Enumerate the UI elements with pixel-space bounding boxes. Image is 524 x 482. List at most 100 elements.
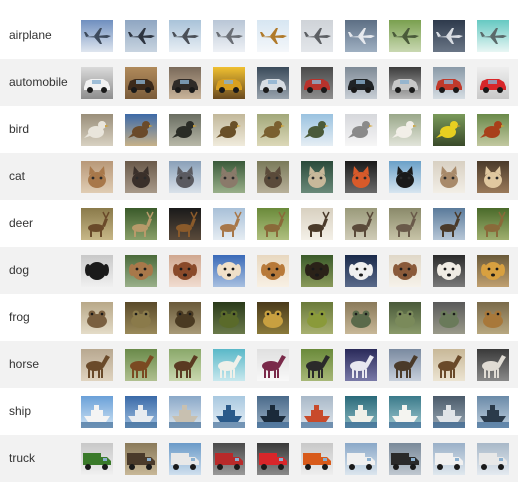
sample-image-truck-5 — [257, 443, 289, 475]
sample-image-deer-5 — [257, 208, 289, 240]
sample-image-deer-2 — [125, 208, 157, 240]
sample-image-deer-6 — [301, 208, 333, 240]
sample-image-ship-1 — [81, 396, 113, 428]
sample-image-dog-5 — [257, 255, 289, 287]
ship-icon — [433, 396, 465, 428]
car-icon — [125, 67, 157, 99]
bird-icon — [389, 114, 421, 146]
sample-image-ship-10 — [477, 396, 509, 428]
sample-image-airplane-5 — [257, 20, 289, 52]
sample-image-frog-9 — [433, 302, 465, 334]
sample-image-cat-7 — [345, 161, 377, 193]
sample-image-automobile-3 — [169, 67, 201, 99]
sample-image-frog-5 — [257, 302, 289, 334]
sample-image-deer-3 — [169, 208, 201, 240]
sample-image-dog-7 — [345, 255, 377, 287]
ship-icon — [125, 396, 157, 428]
bird-icon — [433, 114, 465, 146]
truck-icon — [169, 443, 201, 475]
sample-image-frog-3 — [169, 302, 201, 334]
frog-icon — [345, 302, 377, 334]
dog-icon — [257, 255, 289, 287]
bird-icon — [81, 114, 113, 146]
ship-icon — [213, 396, 245, 428]
sample-image-frog-1 — [81, 302, 113, 334]
deer-icon — [301, 208, 333, 240]
plane-icon — [213, 20, 245, 52]
deer-icon — [345, 208, 377, 240]
sample-image-truck-2 — [125, 443, 157, 475]
car-icon — [213, 67, 245, 99]
sample-image-ship-9 — [433, 396, 465, 428]
deer-icon — [257, 208, 289, 240]
sample-image-truck-1 — [81, 443, 113, 475]
sample-image-deer-9 — [433, 208, 465, 240]
sample-image-horse-7 — [345, 349, 377, 381]
truck-icon — [389, 443, 421, 475]
cat-icon — [345, 161, 377, 193]
sample-image-horse-9 — [433, 349, 465, 381]
horse-icon — [389, 349, 421, 381]
cat-icon — [213, 161, 245, 193]
ship-icon — [389, 396, 421, 428]
sample-image-frog-2 — [125, 302, 157, 334]
horse-icon — [301, 349, 333, 381]
frog-icon — [169, 302, 201, 334]
class-row-horse: horse — [0, 341, 518, 388]
car-icon — [389, 67, 421, 99]
cat-icon — [169, 161, 201, 193]
deer-icon — [433, 208, 465, 240]
sample-image-cat-4 — [213, 161, 245, 193]
sample-image-frog-6 — [301, 302, 333, 334]
class-row-dog: dog — [0, 247, 518, 294]
sample-image-cat-6 — [301, 161, 333, 193]
sample-image-airplane-4 — [213, 20, 245, 52]
frog-icon — [433, 302, 465, 334]
car-icon — [257, 67, 289, 99]
deer-icon — [125, 208, 157, 240]
dog-icon — [477, 255, 509, 287]
sample-image-cat-5 — [257, 161, 289, 193]
sample-image-airplane-7 — [345, 20, 377, 52]
sample-image-horse-6 — [301, 349, 333, 381]
cat-icon — [301, 161, 333, 193]
truck-icon — [345, 443, 377, 475]
truck-icon — [125, 443, 157, 475]
frog-icon — [477, 302, 509, 334]
horse-icon — [433, 349, 465, 381]
bird-icon — [125, 114, 157, 146]
class-row-deer: deer — [0, 200, 518, 247]
plane-icon — [301, 20, 333, 52]
class-label: bird — [9, 122, 30, 136]
class-label: ship — [9, 404, 32, 418]
sample-image-airplane-9 — [433, 20, 465, 52]
bird-icon — [301, 114, 333, 146]
horse-icon — [81, 349, 113, 381]
bird-icon — [213, 114, 245, 146]
sample-image-airplane-1 — [81, 20, 113, 52]
bird-icon — [169, 114, 201, 146]
plane-icon — [433, 20, 465, 52]
class-row-frog: frog — [0, 294, 518, 341]
image-class-grid: airplane automobile bird cat deer dog frog hors… — [0, 0, 524, 482]
bird-icon — [257, 114, 289, 146]
sample-image-truck-10 — [477, 443, 509, 475]
car-icon — [345, 67, 377, 99]
ship-icon — [301, 396, 333, 428]
sample-image-ship-4 — [213, 396, 245, 428]
ship-icon — [169, 396, 201, 428]
sample-image-horse-5 — [257, 349, 289, 381]
sample-image-truck-4 — [213, 443, 245, 475]
dog-icon — [389, 255, 421, 287]
sample-image-ship-3 — [169, 396, 201, 428]
sample-image-airplane-6 — [301, 20, 333, 52]
sample-image-cat-9 — [433, 161, 465, 193]
sample-image-horse-3 — [169, 349, 201, 381]
frog-icon — [257, 302, 289, 334]
plane-icon — [169, 20, 201, 52]
sample-image-automobile-4 — [213, 67, 245, 99]
horse-icon — [125, 349, 157, 381]
class-label: automobile — [9, 75, 68, 89]
car-icon — [477, 67, 509, 99]
sample-image-frog-7 — [345, 302, 377, 334]
